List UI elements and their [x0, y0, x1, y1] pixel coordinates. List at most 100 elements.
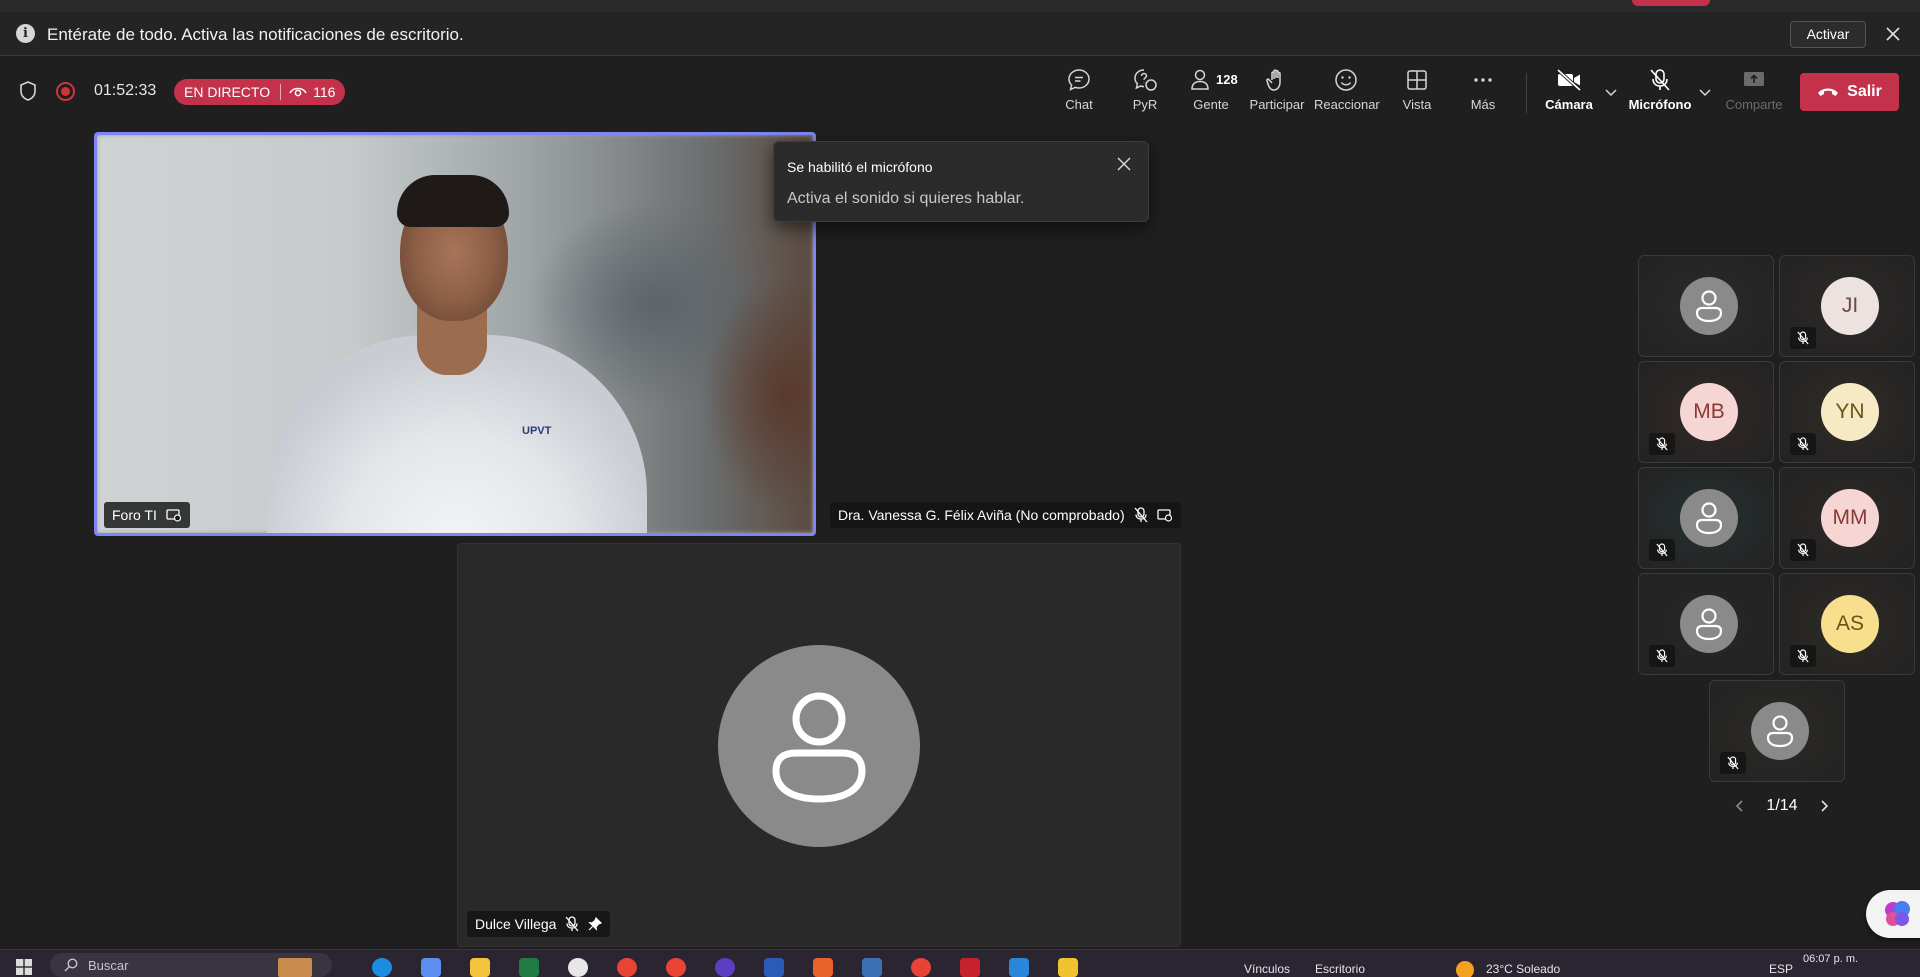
active-speaker-video[interactable]: UPVT Foro TI [94, 132, 816, 536]
microphone-label: Micrófono [1628, 97, 1692, 112]
gallery-participant-tile[interactable] [1709, 680, 1845, 782]
search-icon [64, 958, 78, 972]
mic-off-indicator [1790, 327, 1816, 349]
hang-up-icon [1818, 88, 1839, 96]
react-button[interactable]: Reaccionar [1314, 67, 1380, 112]
dev-tool-icon[interactable] [862, 958, 882, 977]
excel-icon[interactable] [519, 958, 539, 977]
mic-off-icon [1656, 649, 1668, 663]
vscode-icon[interactable] [1009, 958, 1029, 977]
mysql-workbench-icon[interactable] [813, 958, 833, 977]
chrome-icon[interactable] [617, 958, 637, 977]
star-app-icon[interactable] [1058, 958, 1078, 977]
person-icon [772, 692, 866, 803]
leave-button[interactable]: Salir [1800, 73, 1899, 111]
avatar-initials: JI [1841, 294, 1859, 317]
mic-off-indicator [1790, 539, 1816, 561]
language-indicator[interactable]: ESP [1769, 962, 1793, 976]
viewer-count: 116 [281, 84, 345, 100]
raise-hand-button[interactable]: Participar [1245, 67, 1309, 112]
edge-icon[interactable] [372, 958, 392, 977]
microphone-button[interactable]: Micrófono [1628, 67, 1692, 112]
search-placeholder: Buscar [88, 957, 129, 973]
gallery-participant-tile[interactable]: JI [1779, 255, 1915, 357]
mic-off-indicator [1649, 433, 1675, 455]
copilot-button[interactable] [1866, 890, 1920, 938]
filezilla-icon[interactable] [960, 958, 980, 977]
pin-icon[interactable] [588, 917, 603, 931]
recording-icon [56, 82, 75, 101]
people-label: Gente [1193, 97, 1229, 112]
mic-off-indicator [1649, 645, 1675, 667]
meeting-timer: 01:52:33 [94, 82, 157, 99]
live-badge[interactable]: EN DIRECTO 116 [174, 79, 346, 105]
live-label: EN DIRECTO [174, 84, 282, 100]
avatar [1680, 489, 1738, 547]
raise-hand-label: Participar [1249, 97, 1305, 112]
participant-name-chip: Dulce Villega [467, 911, 611, 937]
mic-off-indicator [1649, 539, 1675, 561]
mic-off-indicator [1720, 752, 1746, 774]
chat-button[interactable]: Chat [1047, 67, 1111, 112]
microphone-options-chevron-icon[interactable] [1698, 87, 1712, 97]
avatar-initials: AS [1835, 612, 1864, 635]
chevron-right-icon[interactable] [1818, 799, 1830, 813]
participant-name: Dulce Villega [475, 916, 557, 932]
more-label: Más [1470, 97, 1496, 112]
mic-off-icon [1797, 649, 1809, 663]
close-icon[interactable] [1883, 24, 1903, 44]
gallery-participant-tile[interactable] [1638, 255, 1774, 357]
speaker-name-chip: Foro TI [104, 502, 190, 528]
weather-text[interactable]: 23°C Soleado [1486, 962, 1560, 976]
gallery-participant-tile[interactable]: YN [1779, 361, 1915, 463]
toast-title: Se habilitó el micrófono [787, 159, 933, 175]
mic-off-icon [1727, 756, 1739, 770]
mic-off-indicator [1790, 645, 1816, 667]
camera-button[interactable]: Cámara [1537, 67, 1601, 112]
info-icon: i [16, 24, 35, 43]
chrome-active-icon[interactable] [911, 958, 931, 977]
grid-icon [1407, 70, 1427, 90]
mic-off-icon [1797, 331, 1809, 345]
camera-label: Cámara [1545, 97, 1593, 112]
people-button[interactable]: 128 Gente [1179, 67, 1243, 112]
share-label: Comparte [1725, 97, 1783, 112]
avatar: MM [1821, 489, 1879, 547]
close-icon[interactable] [1116, 156, 1132, 172]
desktop-toolbar[interactable]: Escritorio [1315, 962, 1365, 976]
avatar [1751, 702, 1809, 760]
mic-off-icon [1134, 507, 1148, 523]
copilot-taskbar-icon[interactable] [421, 958, 441, 977]
view-button[interactable]: Vista [1385, 67, 1449, 112]
gallery-participant-tile[interactable]: MB [1638, 361, 1774, 463]
more-button[interactable]: Más [1451, 67, 1515, 112]
paint-icon[interactable] [568, 958, 588, 977]
links-toolbar[interactable]: Vínculos [1244, 962, 1290, 976]
chevron-left-icon[interactable] [1734, 799, 1746, 813]
windows-start-icon[interactable] [16, 959, 32, 975]
chat-label: Chat [1065, 97, 1093, 112]
gallery-participant-tile[interactable]: MM [1779, 467, 1915, 569]
person-icon [1766, 715, 1794, 748]
activate-notifications-button[interactable]: Activar [1790, 21, 1866, 48]
gallery-participant-tile[interactable] [1638, 467, 1774, 569]
leave-label: Salir [1847, 83, 1882, 100]
clock[interactable]: 06:07 p. m. [1803, 953, 1858, 965]
app-icon[interactable] [715, 958, 735, 977]
avatar: JI [1821, 277, 1879, 335]
participant-tile-main[interactable]: Dulce Villega [457, 543, 1181, 947]
people-count: 128 [1216, 72, 1238, 87]
shield-icon[interactable] [19, 81, 37, 101]
chrome-profile-icon[interactable] [666, 958, 686, 977]
raise-hand-icon [1266, 69, 1281, 91]
gallery-participant-tile[interactable]: AS [1779, 573, 1915, 675]
file-explorer-icon[interactable] [470, 958, 490, 977]
share-button[interactable]: Comparte [1722, 67, 1786, 112]
shirt-logo: UPVT [522, 425, 552, 437]
camera-off-icon [1556, 68, 1582, 92]
gallery-participant-tile[interactable] [1638, 573, 1774, 675]
mic-enabled-toast: Se habilitó el micrófono Activa el sonid… [773, 141, 1149, 222]
word-icon[interactable] [764, 958, 784, 977]
qa-button[interactable]: PyR [1113, 67, 1177, 112]
camera-options-chevron-icon[interactable] [1604, 87, 1618, 97]
